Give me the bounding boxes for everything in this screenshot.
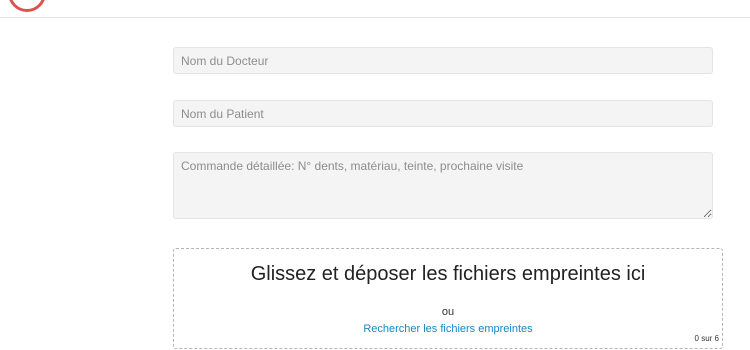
top-header-bar <box>0 0 750 18</box>
browse-files-link[interactable]: Rechercher les fichiers empreintes <box>174 323 722 335</box>
order-details-textarea[interactable] <box>173 152 713 219</box>
file-dropzone[interactable]: Glissez et déposer les fichiers empreint… <box>173 248 723 349</box>
dropzone-title: Glissez et déposer les fichiers empreint… <box>250 263 646 285</box>
patient-name-input[interactable] <box>173 100 713 127</box>
logo-icon[interactable] <box>8 0 46 12</box>
file-count-label: 0 sur 6 <box>694 334 719 343</box>
dropzone-or-text: ou <box>441 306 455 318</box>
doctor-name-input[interactable] <box>173 47 713 74</box>
